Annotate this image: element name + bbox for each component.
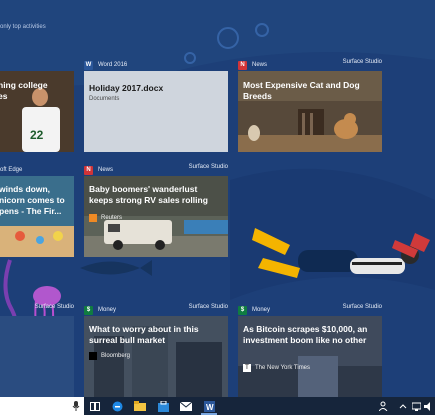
card-title: Baby boomers' wanderlust keeps strong RV… bbox=[89, 184, 208, 205]
card-title-line: nicorn comes to bbox=[0, 195, 65, 205]
people-icon[interactable] bbox=[378, 400, 390, 412]
word-icon[interactable]: W bbox=[203, 400, 215, 412]
bloomberg-icon bbox=[89, 352, 97, 360]
activity-card-word[interactable]: Holiday 2017.docx Documents bbox=[84, 71, 228, 152]
source-name: Reuters bbox=[101, 215, 123, 221]
volume-icon[interactable] bbox=[423, 400, 435, 412]
store-icon[interactable] bbox=[157, 400, 169, 412]
card-source: Reuters bbox=[89, 214, 122, 222]
device-name: Surface Studio bbox=[34, 304, 74, 310]
news-icon: N bbox=[238, 60, 247, 70]
taskbar: W bbox=[0, 397, 435, 415]
device-name: Surface Studio bbox=[342, 304, 382, 310]
task-view-icon[interactable] bbox=[89, 400, 101, 412]
card-header-word: W Word 2016 bbox=[84, 59, 228, 71]
card-title-line: ning college bbox=[0, 80, 48, 90]
news-icon: N bbox=[84, 165, 93, 175]
app-name: Word 2016 bbox=[98, 62, 128, 68]
timeline-hint: only top activities bbox=[0, 24, 46, 30]
app-name: Money bbox=[252, 307, 271, 313]
microphone-icon[interactable] bbox=[70, 400, 82, 412]
card-title: What to worry about in this surreal bull… bbox=[89, 324, 199, 345]
device-name: Surface Studio bbox=[188, 164, 228, 170]
card-title-line: winds down, bbox=[0, 184, 50, 194]
file-explorer-icon[interactable] bbox=[134, 400, 146, 412]
source-name: The New York Times bbox=[255, 365, 311, 371]
card-source: Bloomberg bbox=[89, 352, 130, 360]
activity-card-bitcoin[interactable]: As Bitcoin scrapes $10,000, an investmen… bbox=[238, 316, 382, 397]
chevron-up-icon[interactable] bbox=[397, 400, 409, 412]
device-name: Surface Studio bbox=[188, 304, 228, 310]
card-header-bull: $ Money Surface Studio bbox=[84, 304, 228, 316]
activity-card-boomers[interactable]: Baby boomers' wanderlust keeps strong RV… bbox=[84, 176, 228, 257]
app-name: News bbox=[252, 62, 268, 68]
card-title-line: es bbox=[0, 91, 8, 101]
activity-card-bull[interactable]: What to worry about in this surreal bull… bbox=[84, 316, 228, 397]
network-icon[interactable] bbox=[410, 400, 422, 412]
card-title: Holiday 2017.docx bbox=[89, 83, 164, 93]
activity-card-cats[interactable]: Most Expensive Cat and Dog Breeds bbox=[238, 71, 382, 152]
reuters-icon bbox=[89, 214, 97, 222]
card-title: As Bitcoin scrapes $10,000, an investmen… bbox=[243, 324, 368, 345]
activity-card-college[interactable]: 22 ning college es bbox=[0, 71, 74, 152]
card-source: T The New York Times bbox=[243, 364, 310, 372]
source-name: Bloomberg bbox=[101, 353, 131, 359]
word-icon: W bbox=[84, 60, 93, 70]
card-header-cats: N News Surface Studio bbox=[238, 59, 382, 71]
svg-text:22: 22 bbox=[30, 128, 44, 142]
mail-icon[interactable] bbox=[180, 400, 192, 412]
money-icon: $ bbox=[84, 305, 93, 315]
card-header-boomers: N News Surface Studio bbox=[84, 164, 228, 176]
activity-card-partial-3[interactable] bbox=[0, 316, 74, 397]
card-header-edge: oft Edge bbox=[0, 164, 74, 176]
device-name: Surface Studio bbox=[342, 59, 382, 65]
card-title: Most Expensive Cat and Dog Breeds bbox=[243, 80, 360, 101]
nyt-icon: T bbox=[243, 364, 251, 372]
card-subtitle: Documents bbox=[89, 96, 120, 102]
card-title-line: pens - The Fir... bbox=[0, 206, 62, 216]
app-name: News bbox=[98, 167, 114, 173]
activity-card-unicorn[interactable]: winds down, nicorn comes to pens - The F… bbox=[0, 176, 74, 257]
app-name: Money bbox=[98, 307, 117, 313]
card-header-bitcoin: $ Money Surface Studio bbox=[238, 304, 382, 316]
card-header-partial-3: Surface Studio bbox=[0, 304, 74, 316]
svg-text:W: W bbox=[206, 403, 214, 412]
app-name: oft Edge bbox=[0, 167, 23, 173]
edge-icon[interactable] bbox=[111, 400, 123, 412]
money-icon: $ bbox=[238, 305, 247, 315]
